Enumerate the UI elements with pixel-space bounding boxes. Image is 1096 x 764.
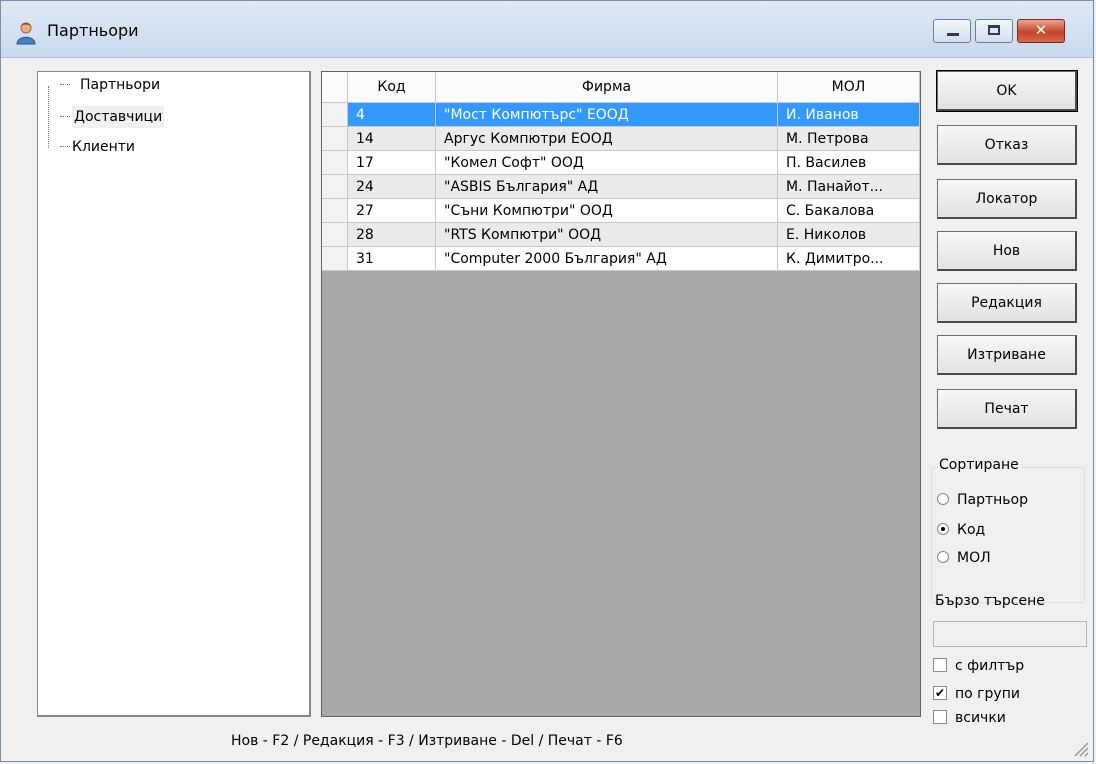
cell-firm: Аргус Компютри ЕООД [436, 127, 778, 151]
window-title: Партньори [47, 21, 139, 40]
print-button[interactable]: Печат [937, 389, 1077, 429]
minimize-icon [947, 33, 959, 36]
checkbox-label: по групи [955, 686, 1020, 702]
radio-label: Партньор [957, 492, 1029, 508]
row-selector[interactable] [322, 199, 348, 223]
checkmark-icon: ✔ [933, 686, 947, 700]
minimize-button[interactable] [933, 19, 971, 43]
row-selector[interactable] [322, 247, 348, 271]
resize-grip-icon[interactable] [1071, 739, 1089, 757]
row-selector[interactable] [322, 103, 348, 127]
tree-item-label: Клиенти [72, 139, 136, 155]
cell-mol: Е. Николов [778, 223, 920, 247]
row-selector[interactable] [322, 223, 348, 247]
tree-item-label: Партньори [80, 77, 161, 93]
tree-branch [60, 84, 70, 85]
radio-checked-icon [937, 523, 949, 535]
quick-search-input[interactable] [933, 621, 1087, 647]
row-selector[interactable] [322, 127, 348, 151]
cell-firm: "RTS Компютри" ООД [436, 223, 778, 247]
partner-tree[interactable]: Партньори Доставчици Клиенти [37, 71, 311, 717]
cell-code: 31 [348, 247, 436, 271]
tree-connector [48, 86, 49, 148]
quick-search-label: Бързо търсене [935, 593, 1045, 609]
edit-button[interactable]: Редакция [937, 283, 1077, 323]
cell-code: 4 [348, 103, 436, 127]
row-selector[interactable] [322, 175, 348, 199]
cell-firm: "Комел Софт" ООД [436, 151, 778, 175]
cell-firm: "Мост Компютърс" ЕООД [436, 103, 778, 127]
cell-mol: С. Бакалова [778, 199, 920, 223]
radio-label: Код [957, 522, 986, 538]
maximize-button[interactable] [975, 19, 1013, 43]
user-icon [16, 22, 36, 45]
new-button[interactable]: Нов [937, 231, 1077, 271]
cell-code: 17 [348, 151, 436, 175]
ok-button[interactable]: OK [936, 70, 1078, 112]
cell-code: 27 [348, 199, 436, 223]
close-button[interactable]: ✕ [1017, 19, 1065, 43]
partners-grid[interactable]: Код Фирма МОЛ 4 "Мост Компютърс" ЕООД И.… [321, 71, 921, 717]
maximize-icon [988, 25, 1000, 35]
cell-mol: М. Петрова [778, 127, 920, 151]
checkbox-label: с филтър [955, 658, 1025, 674]
cell-firm: "ASBIS България" АД [436, 175, 778, 199]
header-row-selector [322, 72, 348, 102]
cell-code: 14 [348, 127, 436, 151]
cell-firm: "Съни Компютри" ООД [436, 199, 778, 223]
sort-group-title: Сортиране [937, 457, 1021, 473]
checkbox-unchecked-icon [933, 710, 947, 724]
tree-branch [60, 146, 70, 147]
cell-mol: И. Иванов [778, 103, 920, 127]
checkbox-label: всички [955, 710, 1006, 726]
cell-mol: П. Василев [778, 151, 920, 175]
cell-code: 24 [348, 175, 436, 199]
radio-unchecked-icon [937, 493, 949, 505]
tree-item-label: Доставчици [72, 106, 165, 128]
checkbox-unchecked-icon [933, 658, 947, 672]
cell-firm: "Computer 2000 България" АД [436, 247, 778, 271]
close-icon: ✕ [1034, 21, 1048, 39]
column-header-firm[interactable]: Фирма [436, 72, 778, 102]
column-header-mol[interactable]: МОЛ [778, 72, 920, 102]
shortcut-hint: Нов - F2 / Редакция - F3 / Изтриване - D… [231, 733, 623, 749]
delete-button[interactable]: Изтриване [937, 335, 1077, 375]
cell-mol: К. Димитро... [778, 247, 920, 271]
radio-label: МОЛ [957, 550, 991, 566]
cell-mol: М. Панайот... [778, 175, 920, 199]
grid-header: Код Фирма МОЛ [322, 72, 920, 103]
title-bar[interactable]: Партньори ✕ [1, 1, 1093, 58]
locator-button[interactable]: Локатор [937, 179, 1077, 219]
partners-window: Партньори ✕ Партньори Доставчици Клиенти [0, 0, 1094, 762]
column-header-code[interactable]: Код [348, 72, 436, 102]
sort-groupbox [931, 467, 1085, 603]
tree-branch [60, 116, 70, 117]
radio-unchecked-icon [937, 551, 949, 563]
row-selector[interactable] [322, 151, 348, 175]
cell-code: 28 [348, 223, 436, 247]
cancel-button[interactable]: Отказ [937, 125, 1077, 165]
